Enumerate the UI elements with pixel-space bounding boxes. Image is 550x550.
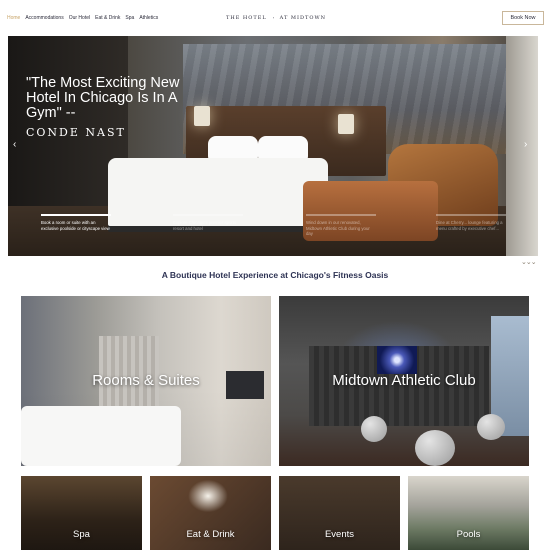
main-nav: Home Accommodations Our Hotel Eat & Drin… xyxy=(7,15,158,22)
tile-spa[interactable]: Spa xyxy=(21,476,142,550)
nav-item-home[interactable]: Home xyxy=(7,15,20,22)
slide-indicator-bar xyxy=(173,214,243,216)
nav-item-athletics[interactable]: Athletics xyxy=(139,15,158,22)
tile-events[interactable]: Events xyxy=(279,476,400,550)
slide-caption-3[interactable]: Wind down in our renovated, Midtown Athl… xyxy=(306,214,376,237)
logo-text-left: THE HOTEL xyxy=(226,15,267,21)
slide-caption-4[interactable]: Dine at Cherry... lounge featuring a men… xyxy=(436,214,506,231)
tile-label: Events xyxy=(324,529,355,540)
slide-caption-2[interactable]: Explore Chicago's premier sports resort … xyxy=(173,214,243,231)
rooms-bed xyxy=(21,406,181,466)
nav-item-our-hotel[interactable]: Our Hotel xyxy=(69,15,90,22)
slide-caption-1[interactable]: Book a room or suite with an exclusive p… xyxy=(41,214,111,231)
logo-text-right: AT MIDTOWN xyxy=(279,15,326,21)
page: Home Accommodations Our Hotel Eat & Drin… xyxy=(0,0,550,550)
tile-athletic-club[interactable]: Midtown Athletic Club xyxy=(279,296,529,466)
scroll-down-chevron-icon[interactable]: ⌄⌄⌄ xyxy=(521,258,537,266)
next-slide-chevron-icon[interactable]: › xyxy=(524,139,527,150)
tile-eat-drink[interactable]: Eat & Drink xyxy=(150,476,271,550)
hero-lamp xyxy=(338,114,354,134)
logo-monogram-icon xyxy=(272,17,274,19)
tile-rooms-suites[interactable]: Rooms & Suites xyxy=(21,296,271,466)
tagline-heading: A Boutique Hotel Experience at Chicago's… xyxy=(161,270,389,280)
slide-caption-text: Explore Chicago's premier sports resort … xyxy=(173,220,237,231)
tile-label: Pools xyxy=(456,529,481,540)
tile-label: Spa xyxy=(73,529,90,540)
slide-caption-text: Wind down in our renovated, Midtown Athl… xyxy=(306,220,370,236)
nav-item-spa[interactable]: Spa xyxy=(125,15,134,22)
slide-caption-text: Dine at Cherry... lounge featuring a men… xyxy=(436,220,503,231)
nav-item-eat-drink[interactable]: Eat & Drink xyxy=(95,15,120,22)
hero-window-curtain xyxy=(506,36,538,256)
hero-slideshow: "The Most Exciting New Hotel In Chicago … xyxy=(8,36,538,256)
slide-indicator-bar xyxy=(41,214,111,216)
tile-label: Eat & Drink xyxy=(186,529,235,540)
hero-lamp xyxy=(194,106,210,126)
exercise-ball xyxy=(415,430,455,466)
exercise-ball xyxy=(361,416,387,442)
slide-indicator-bar xyxy=(306,214,376,216)
exercise-ball xyxy=(477,414,505,440)
tile-label: Midtown Athletic Club xyxy=(332,372,476,389)
hero-quote: "The Most Exciting New Hotel In Chicago … xyxy=(26,75,180,121)
hero-quote-source: CONDE NAST xyxy=(26,126,126,139)
slide-indicator-bar xyxy=(436,214,506,216)
hotel-logo[interactable]: THE HOTEL AT MIDTOWN xyxy=(226,7,326,29)
tile-label: Rooms & Suites xyxy=(92,372,200,389)
slide-caption-text: Book a room or suite with an exclusive p… xyxy=(41,220,110,231)
book-now-button[interactable]: Book Now xyxy=(502,11,544,25)
tile-pools[interactable]: Pools xyxy=(408,476,529,550)
site-header: Home Accommodations Our Hotel Eat & Drin… xyxy=(0,0,550,36)
prev-slide-chevron-icon[interactable]: ‹ xyxy=(13,139,16,150)
athletic-screen xyxy=(377,346,417,374)
nav-item-accommodations[interactable]: Accommodations xyxy=(25,15,63,22)
